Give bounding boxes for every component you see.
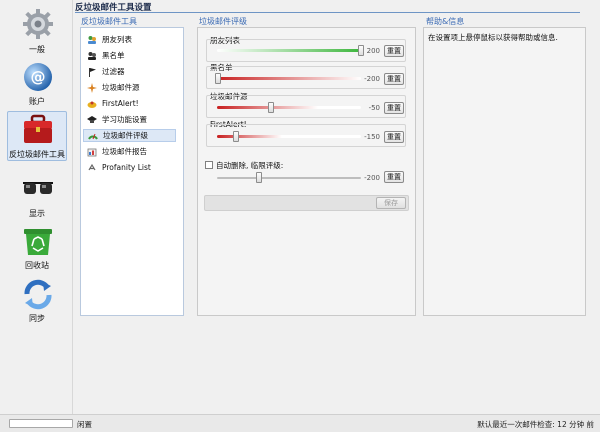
first-alert-reset-button[interactable]: 重置 <box>384 131 404 143</box>
account-icon: @ <box>24 63 52 91</box>
auto-delete-reset-button[interactable]: 重置 <box>384 171 404 183</box>
list-item-spam-report[interactable]: 垃圾邮件报告 <box>83 145 176 158</box>
auto-delete-slider-thumb[interactable] <box>256 172 262 183</box>
list-item-spam-rating[interactable]: 垃圾邮件评级 <box>83 129 176 142</box>
help-panel <box>423 27 586 316</box>
list-item-blacklist[interactable]: 黑名单 <box>83 49 176 62</box>
learning-cap-icon <box>87 115 97 123</box>
nav-item-sync[interactable]: 同步 <box>7 275 67 325</box>
friends-reset-button[interactable]: 重置 <box>384 45 404 57</box>
list-item-label: 黑名单 <box>102 51 125 60</box>
blacklist-rating-value: -200 <box>364 75 380 83</box>
nav-item-antispam-tools[interactable]: 反垃圾邮件工具 <box>7 111 67 161</box>
list-item-label: 垃圾邮件源 <box>102 83 140 92</box>
nav-item-label: 同步 <box>29 314 45 323</box>
blacklist-reset-button[interactable]: 重置 <box>384 73 404 85</box>
first-alert-icon <box>87 101 97 108</box>
nav-divider <box>72 0 73 414</box>
help-section-title: 帮助&信息 <box>426 17 465 26</box>
rating-section-title: 垃圾邮件评级 <box>199 17 247 26</box>
spam-source-icon <box>87 82 97 93</box>
svg-text:@: @ <box>31 68 46 86</box>
gear-icon <box>23 9 53 39</box>
nav-item-recycle-bin[interactable]: 回收站 <box>7 222 67 272</box>
report-icon <box>87 148 97 156</box>
nav-item-display[interactable]: 显示 <box>7 170 67 220</box>
list-item-learning[interactable]: 学习功能设置 <box>83 113 176 126</box>
blacklist-rating-track[interactable] <box>217 77 361 80</box>
auto-delete-label: 自动删除, 临限评级: <box>216 161 284 170</box>
last-check-status: 默认最近一次邮件检查: 12 分钟 前 <box>477 420 594 429</box>
nav-item-label: 回收站 <box>25 261 49 270</box>
auto-delete-track[interactable] <box>217 177 361 179</box>
blacklist-rating-slider-thumb[interactable] <box>215 73 221 84</box>
blacklist-icon <box>88 51 96 60</box>
tools-list-panel: 朋友列表 黑名单 过滤器 垃圾邮件源 FirstAlert! 学习功能设置 垃圾… <box>80 27 184 316</box>
status-progress-bar <box>9 419 73 428</box>
profanity-icon <box>88 163 96 170</box>
list-item-label: 学习功能设置 <box>102 115 147 124</box>
nav-item-label: 一般 <box>29 45 45 54</box>
spam-source-rating-track[interactable] <box>217 106 361 109</box>
friends-rating-track[interactable] <box>217 49 361 52</box>
list-item-friends[interactable]: 朋友列表 <box>83 33 176 46</box>
list-item-label: FirstAlert! <box>102 99 139 108</box>
rating-gauge-icon <box>88 133 98 140</box>
spam-source-rating-value: -50 <box>368 104 380 112</box>
status-text: 闲置 <box>77 420 92 429</box>
nav-item-account[interactable]: @ 账户 <box>7 58 67 108</box>
list-item-spam-sources[interactable]: 垃圾邮件源 <box>83 81 176 94</box>
first-alert-rating-slider-thumb[interactable] <box>233 131 239 142</box>
auto-delete-checkbox[interactable] <box>205 161 213 169</box>
title-divider <box>75 12 580 13</box>
list-item-first-alert[interactable]: FirstAlert! <box>83 97 176 110</box>
list-item-label: 朋友列表 <box>102 35 132 44</box>
list-item-profanity[interactable]: Profanity List <box>83 161 176 174</box>
list-item-label: 垃圾邮件报告 <box>102 147 147 156</box>
first-alert-rating-value: -150 <box>364 133 380 141</box>
friends-icon <box>88 35 96 44</box>
nav-item-general[interactable]: 一般 <box>7 6 67 56</box>
nav-item-label: 账户 <box>29 97 45 106</box>
toolbox-icon <box>24 114 52 143</box>
nav-item-label: 反垃圾邮件工具 <box>9 150 65 159</box>
status-bar: 闲置 默认最近一次邮件检查: 12 分钟 前 <box>0 414 600 432</box>
auto-delete-value: -200 <box>364 174 380 182</box>
filter-flag-icon <box>89 67 96 77</box>
list-item-label: 过滤器 <box>102 67 125 76</box>
tools-section-title: 反垃圾邮件工具 <box>81 17 137 26</box>
save-button[interactable]: 保存 <box>376 197 406 209</box>
nav-item-label: 显示 <box>29 209 45 218</box>
spam-source-reset-button[interactable]: 重置 <box>384 102 404 114</box>
friends-rating-value: 200 <box>366 47 380 55</box>
sync-icon <box>24 279 52 310</box>
left-navigation: 一般 @ 账户 反垃圾邮件工具 显示 回收站 同步 <box>0 0 72 414</box>
spam-source-rating-slider-thumb[interactable] <box>268 102 274 113</box>
list-item-label: Profanity List <box>102 163 151 172</box>
list-item-label: 垃圾邮件评级 <box>103 131 148 140</box>
help-text: 在设置项上悬停鼠标以获得帮助或信息. <box>428 33 558 42</box>
glasses-icon <box>23 182 53 194</box>
list-item-filters[interactable]: 过滤器 <box>83 65 176 78</box>
recycle-bin-icon <box>24 229 52 255</box>
